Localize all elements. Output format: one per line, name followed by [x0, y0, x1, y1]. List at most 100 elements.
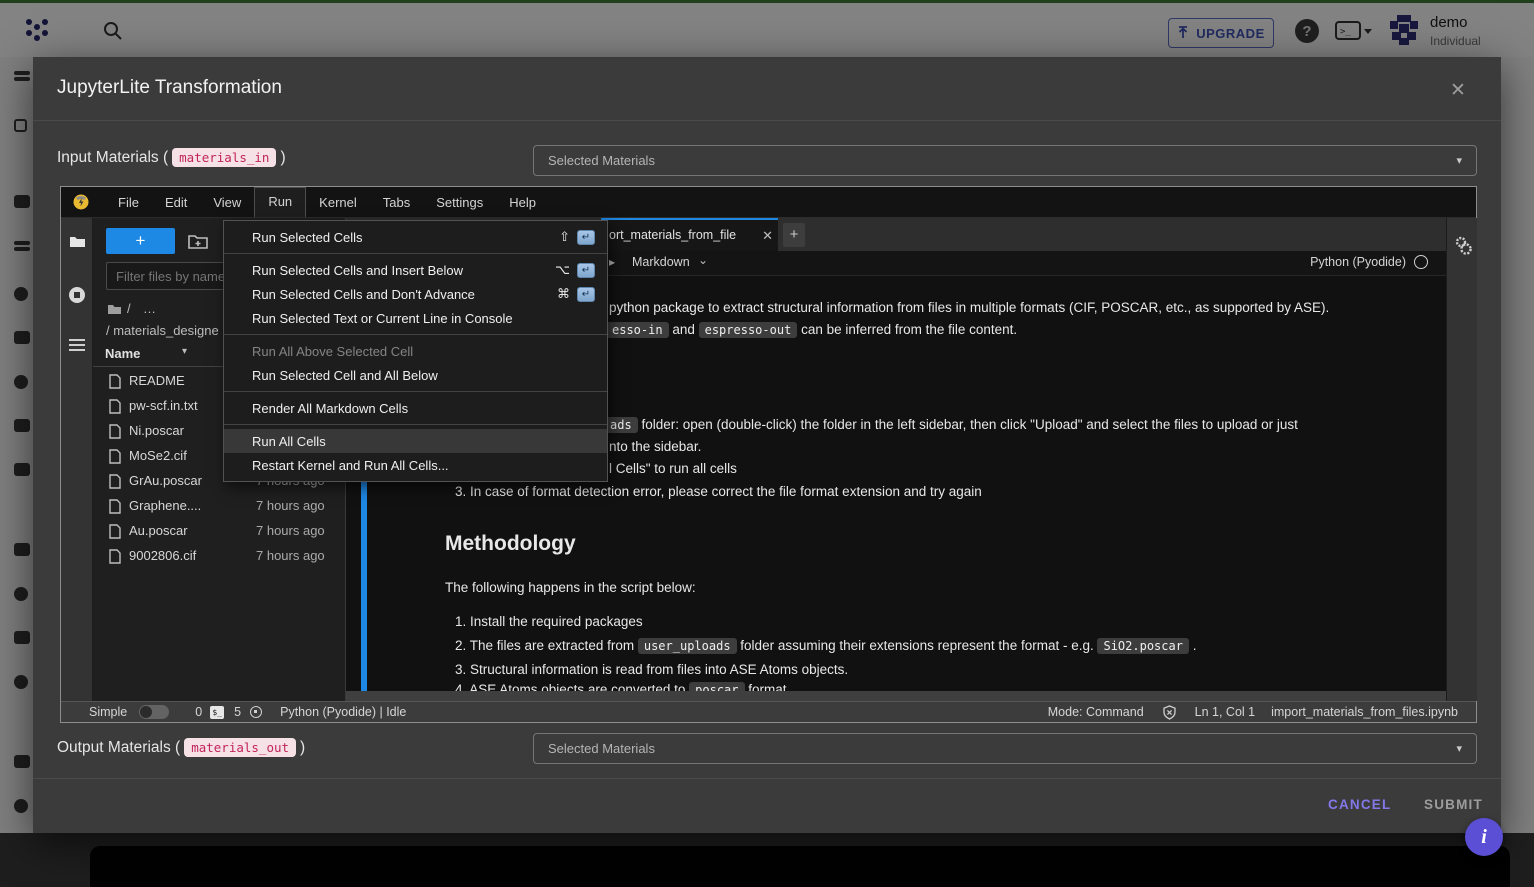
markdown-text: nto the sidebar.: [609, 439, 701, 454]
info-fab-button[interactable]: i: [1465, 818, 1503, 856]
menu-separator: [224, 334, 607, 335]
markdown-text: folder assuming their extensions represe…: [737, 638, 1098, 653]
kernel-status-icon[interactable]: [1414, 255, 1428, 269]
breadcrumb-path[interactable]: / materials_designe: [106, 323, 219, 338]
cell-type-select[interactable]: Markdown: [632, 255, 690, 269]
kernel-count[interactable]: 5: [234, 705, 241, 719]
file-name: GrAu.poscar: [129, 473, 202, 488]
cursor-position[interactable]: Ln 1, Col 1: [1195, 705, 1255, 719]
markdown-text: and: [669, 322, 699, 337]
kernel-status-text[interactable]: Python (Pyodide) | Idle: [280, 705, 406, 719]
menu-item-label: Run Selected Cell and All Below: [252, 368, 438, 383]
input-materials-select[interactable]: Selected Materials ▾: [533, 145, 1477, 176]
breadcrumb-root[interactable]: /: [127, 301, 131, 316]
simple-mode-label: Simple: [89, 705, 127, 719]
name-column-header[interactable]: Name: [105, 346, 140, 361]
new-folder-icon[interactable]: [188, 232, 208, 249]
kernel-name[interactable]: Python (Pyodide): [1310, 255, 1406, 269]
file-modified: 7 hours ago: [256, 498, 325, 513]
output-materials-placeholder: Selected Materials: [548, 741, 655, 756]
menu-item-run-and-insert-below[interactable]: Run Selected Cells and Insert Below ⌥↵: [224, 258, 607, 282]
file-name: 9002806.cif: [129, 548, 196, 563]
markdown-list-item: 1. Install the required packages: [455, 614, 643, 629]
property-inspector-gears-icon[interactable]: [1454, 236, 1472, 256]
markdown-text: .: [1189, 638, 1197, 653]
output-materials-prefix: Output Materials (: [57, 739, 180, 757]
notebook-tab-title: ort_materials_from_file: [609, 228, 755, 242]
output-materials-suffix: ): [300, 739, 305, 757]
footer-divider: [33, 778, 1501, 779]
file-row[interactable]: Graphene.... 7 hours ago: [93, 494, 346, 519]
sort-caret-icon: ▾: [182, 346, 187, 357]
header-divider: [33, 120, 1501, 121]
file-name: pw-scf.in.txt: [129, 398, 198, 413]
running-kernels-icon[interactable]: [68, 286, 86, 304]
menu-item-run-selected-cells[interactable]: Run Selected Cells ⇧↵: [224, 225, 607, 249]
menu-file[interactable]: File: [105, 190, 152, 215]
menu-item-restart-kernel-run-all[interactable]: Restart Kernel and Run All Cells...: [224, 453, 607, 477]
menu-kernel[interactable]: Kernel: [306, 190, 370, 215]
menu-item-label: Run Selected Cells and Insert Below: [252, 263, 463, 278]
file-browser-icon[interactable]: [69, 234, 86, 248]
table-of-contents-icon[interactable]: [68, 338, 86, 352]
cancel-button[interactable]: CANCEL: [1328, 797, 1391, 812]
menu-separator: [224, 253, 607, 254]
inline-code: espresso-out: [699, 322, 798, 338]
breadcrumb-home-folder-icon[interactable]: [107, 303, 122, 315]
file-icon: [109, 374, 121, 389]
close-icon[interactable]: ✕: [1448, 81, 1468, 101]
notebook-tools-rail: [1446, 218, 1477, 701]
input-materials-suffix: ): [280, 149, 285, 167]
markdown-list-item: 2. The files are extracted from: [455, 638, 638, 653]
submit-button[interactable]: SUBMIT: [1424, 797, 1483, 812]
input-materials-placeholder: Selected Materials: [548, 153, 655, 168]
menu-item-label: Run Selected Text or Current Line in Con…: [252, 311, 513, 326]
terminal-count[interactable]: 0: [195, 705, 202, 719]
new-launcher-button[interactable]: +: [106, 228, 175, 254]
notebook-tab[interactable]: ort_materials_from_file ✕: [601, 218, 778, 251]
file-icon: [109, 524, 121, 539]
output-materials-select[interactable]: Selected Materials ▾: [533, 733, 1477, 764]
file-name: MoSe2.cif: [129, 448, 187, 463]
file-name: Ni.poscar: [129, 423, 184, 438]
file-row[interactable]: 9002806.cif 7 hours ago: [93, 544, 346, 569]
menu-item-run-all-cells[interactable]: Run All Cells: [224, 429, 607, 453]
menu-item-render-all-markdown[interactable]: Render All Markdown Cells: [224, 396, 607, 420]
menu-item-run-cell-and-all-below[interactable]: Run Selected Cell and All Below: [224, 363, 607, 387]
terminal-badge-icon: $_: [210, 706, 224, 719]
enter-key-icon: ↵: [577, 263, 595, 278]
menu-item-run-text-in-console[interactable]: Run Selected Text or Current Line in Con…: [224, 306, 607, 330]
inline-code: user_uploads: [638, 638, 737, 654]
menu-item-label: Run Selected Cells and Don't Advance: [252, 287, 475, 302]
file-name: README: [129, 373, 185, 388]
kernel-sessions-icon: [250, 706, 262, 718]
menu-view[interactable]: View: [200, 190, 254, 215]
markdown-list-item: 3. In case of format detection error, pl…: [455, 484, 982, 499]
menu-item-run-and-dont-advance[interactable]: Run Selected Cells and Don't Advance ⌘↵: [224, 282, 607, 306]
tab-close-icon[interactable]: ✕: [762, 228, 773, 244]
menu-item-label: Restart Kernel and Run All Cells...: [252, 458, 449, 473]
menu-run[interactable]: Run: [254, 187, 306, 217]
menu-settings[interactable]: Settings: [423, 190, 496, 215]
markdown-text: python package to extract structural inf…: [609, 300, 1329, 315]
menu-edit[interactable]: Edit: [152, 190, 200, 215]
output-materials-label: Output Materials ( materials_out ): [57, 738, 305, 757]
menu-item-run-all-above[interactable]: Run All Above Selected Cell: [224, 339, 607, 363]
breadcrumb-ellipsis[interactable]: …: [143, 301, 156, 316]
inline-code: ads: [604, 417, 638, 433]
horizontal-scrollbar[interactable]: [346, 691, 1446, 701]
menu-separator: [224, 391, 607, 392]
file-row[interactable]: Au.poscar 7 hours ago: [93, 519, 346, 544]
file-icon: [109, 474, 121, 489]
enter-key-icon: ↵: [577, 230, 595, 245]
menu-help[interactable]: Help: [496, 190, 549, 215]
file-icon: [109, 499, 121, 514]
command-key-icon: ⌘: [557, 286, 570, 302]
toolbar-play-icon[interactable]: ▸: [609, 255, 615, 269]
menu-tabs[interactable]: Tabs: [370, 190, 423, 215]
markdown-text: folder: open (double-click) the folder i…: [638, 417, 1298, 432]
materials-in-chip: materials_in: [172, 148, 276, 167]
simple-mode-toggle[interactable]: [139, 705, 169, 719]
notebook-filename: import_materials_from_files.ipynb: [1271, 705, 1458, 719]
new-tab-button[interactable]: +: [783, 223, 805, 247]
